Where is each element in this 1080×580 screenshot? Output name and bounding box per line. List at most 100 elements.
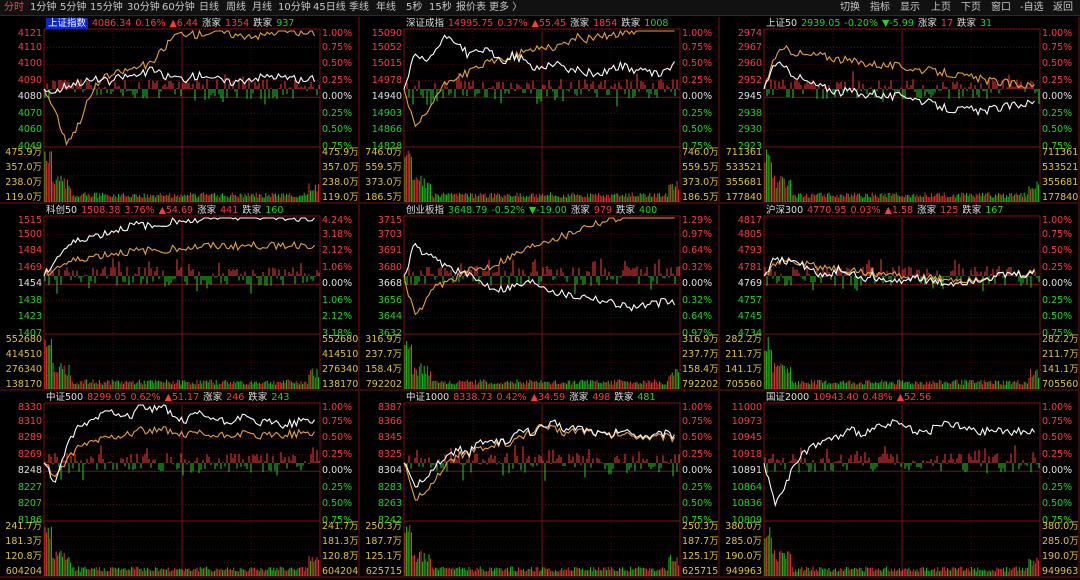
- price-axis-label: 1469: [17, 261, 42, 273]
- index-panel[interactable]: 中证500 8299.05 0.62% ▲51.17 涨家 246 跌家 243 8330 831…: [0, 391, 360, 578]
- period-tab-9[interactable]: 10分钟: [278, 1, 311, 15]
- toolbar-action-2[interactable]: 显示: [900, 1, 920, 15]
- index-panel[interactable]: 上证50 2939.05 -0.20% ▼-5.99 涨家 17 跌家 31 2974 2967 2…: [720, 17, 1080, 204]
- pct-axis-label: 1.00%: [682, 28, 713, 39]
- pct-axis-label: 0.25%: [1042, 294, 1073, 306]
- dec-label: 跌家: [614, 392, 634, 403]
- pct-axis-label: 0.75%: [322, 41, 353, 53]
- period-tab-6[interactable]: 日线: [199, 1, 219, 15]
- index-price: 14995.75: [448, 18, 494, 29]
- volume-axis-label: 141.1万: [1042, 364, 1079, 375]
- index-name[interactable]: 中证1000: [406, 392, 449, 403]
- toolbar-action-0[interactable]: 切换: [840, 1, 860, 15]
- index-pct: 0.42%: [496, 392, 527, 403]
- price-axis-label: 3668: [377, 278, 402, 290]
- index-name[interactable]: 上证50: [766, 18, 797, 29]
- period-tab-11[interactable]: 季线: [349, 1, 369, 15]
- volume-axis-label: 373.0万: [365, 177, 402, 188]
- period-tab-10[interactable]: 45日线: [313, 1, 346, 15]
- index-panel[interactable]: 国证2000 10943.40 0.48% ▲52.56 11000 10973 10945…: [720, 391, 1080, 578]
- period-tab-1[interactable]: 1分钟: [30, 1, 56, 15]
- period-tab-7[interactable]: 周线: [226, 1, 246, 15]
- price-axis-label: 2960: [737, 58, 762, 70]
- intraday-chart: [360, 17, 720, 204]
- volume-axis-label: 158.4万: [682, 364, 719, 375]
- volume-axis-label: 705560: [725, 379, 762, 390]
- volume-axis-label: 158.4万: [365, 364, 402, 375]
- index-panel[interactable]: 中证1000 8338.73 0.42% ▲34.59 涨家 498 跌家 481 8387 83…: [360, 391, 720, 578]
- price-axis-label: 14978: [371, 74, 402, 86]
- avg-price-line: [43, 425, 315, 477]
- adv-label: 涨家: [917, 205, 937, 216]
- pct-axis-label: 0.25%: [322, 481, 353, 493]
- pct-axis-label: 0.00%: [1042, 465, 1073, 477]
- index-change: ▲52.56: [896, 392, 932, 403]
- dec-label: 跌家: [248, 392, 268, 403]
- price-axis-label: 2938: [737, 107, 762, 119]
- dec-label: 跌家: [957, 18, 977, 29]
- price-axis-label: 8310: [17, 415, 42, 427]
- price-line: [403, 419, 675, 488]
- price-axis-label: 4070: [17, 107, 42, 119]
- period-tab-5[interactable]: 60分钟: [162, 1, 195, 15]
- volume-axis-label: 138170: [322, 379, 359, 390]
- toolbar-action-7[interactable]: 返回: [1053, 1, 1073, 15]
- pct-axis-label: 1.00%: [322, 402, 353, 413]
- intraday-chart: [720, 391, 1080, 578]
- volume-axis-label: 119.0万: [5, 192, 42, 203]
- price-axis-label: 4121: [17, 28, 42, 39]
- index-panel[interactable]: 深证成指 14995.75 0.37% ▲55.45 涨家 1854 跌家 1008 15090…: [360, 17, 720, 204]
- period-tab-15[interactable]: 报价表: [456, 1, 486, 15]
- period-tab-12[interactable]: 年线: [376, 1, 396, 15]
- index-panel[interactable]: 科创50 1508.38 3.76% ▲54.69 涨家 441 跌家 160 1515 1500…: [0, 204, 360, 391]
- period-tab-3[interactable]: 15分钟: [90, 1, 123, 15]
- volume-axis-label: 237.7万: [682, 349, 719, 360]
- pct-axis-label: 0.25%: [322, 74, 353, 86]
- index-name[interactable]: 上证指数: [46, 18, 89, 29]
- panel-header: 科创50 1508.38 3.76% ▲54.69 涨家 441 跌家 160: [46, 205, 287, 216]
- index-name[interactable]: 国证2000: [766, 392, 809, 403]
- index-name[interactable]: 中证500: [46, 392, 83, 403]
- pct-axis-label: 0.50%: [682, 58, 713, 70]
- period-tab-16[interactable]: 更多 〉: [489, 1, 522, 15]
- volume-axis-label: 414510: [322, 349, 359, 360]
- index-panel[interactable]: 沪深300 4770.95 0.03% ▲1.58 涨家 125 跌家 167 4817 4805…: [720, 204, 1080, 391]
- index-name[interactable]: 深证成指: [406, 18, 444, 29]
- panel-header: 沪深300 4770.95 0.03% ▲1.58 涨家 125 跌家 167: [766, 205, 1007, 216]
- adv-label: 涨家: [570, 18, 590, 29]
- volume-axis-label: 187.7万: [365, 536, 402, 547]
- index-name[interactable]: 创业板指: [406, 205, 444, 216]
- volume-axis-label: 285.0万: [725, 536, 762, 547]
- toolbar-action-6[interactable]: -自选: [1020, 1, 1044, 15]
- price-axis-label: 8330: [17, 402, 42, 413]
- index-price: 1508.38: [81, 205, 121, 216]
- index-name[interactable]: 沪深300: [766, 205, 803, 216]
- index-panel[interactable]: 上证指数 4086.34 0.16% ▲6.44 涨家 1354 跌家 937 4121 4110…: [0, 17, 360, 204]
- period-tab-2[interactable]: 5分钟: [60, 1, 86, 15]
- index-change: ▲1.58: [884, 205, 914, 216]
- volume-axis-label: 380.0万: [725, 521, 762, 532]
- pct-axis-label: 0.25%: [682, 107, 713, 119]
- period-tab-8[interactable]: 月线: [252, 1, 272, 15]
- toolbar-action-3[interactable]: 上页: [931, 1, 951, 15]
- index-name[interactable]: 科创50: [46, 205, 77, 216]
- toolbar-action-1[interactable]: 指标: [870, 1, 890, 15]
- adv-label: 涨家: [203, 392, 223, 403]
- period-tab-13[interactable]: 5秒: [406, 1, 422, 15]
- pct-axis-label: 4.24%: [322, 215, 353, 226]
- pct-axis-label: 0.00%: [1042, 278, 1073, 290]
- adv-count: 1854: [593, 18, 618, 29]
- intraday-chart: [720, 17, 1080, 204]
- volume-axis-label: 316.9万: [365, 334, 402, 345]
- index-panel[interactable]: 创业板指 3648.79 -0.52% ▼-19.00 涨家 979 跌家 400 3715 37…: [360, 204, 720, 391]
- index-pct: 0.48%: [862, 392, 893, 403]
- price-axis-label: 8283: [377, 481, 402, 493]
- panel-header: 中证500 8299.05 0.62% ▲51.17 涨家 246 跌家 243: [46, 392, 293, 403]
- period-tab-0[interactable]: 分时: [4, 1, 24, 15]
- period-tab-14[interactable]: 15秒: [429, 1, 452, 15]
- toolbar-action-5[interactable]: 窗口: [991, 1, 1011, 15]
- pct-axis-label: 0.64%: [682, 311, 713, 323]
- period-tab-4[interactable]: 30分钟: [127, 1, 160, 15]
- volume-axis-label: 604204: [322, 566, 359, 577]
- toolbar-action-4[interactable]: 下页: [961, 1, 981, 15]
